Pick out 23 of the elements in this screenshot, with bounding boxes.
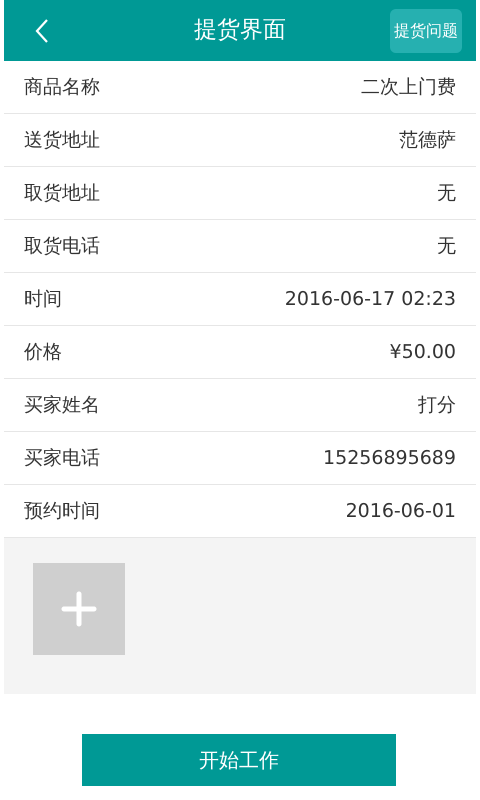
back-icon	[35, 18, 49, 44]
field-value: 无	[437, 234, 456, 259]
field-label: 取货电话	[24, 234, 100, 259]
field-label: 买家姓名	[24, 392, 100, 418]
field-label: 取货地址	[24, 180, 100, 206]
field-value: 2016-06-01	[346, 498, 456, 524]
field-label: 时间	[24, 286, 62, 312]
plus-icon	[61, 591, 97, 627]
field-value: 2016-06-17 02:23	[284, 286, 456, 312]
field-label: 买家电话	[24, 446, 100, 471]
field-value: 无	[437, 180, 456, 206]
field-value: ¥50.00	[390, 340, 456, 365]
field-label: 预约时间	[24, 498, 100, 524]
field-label: 商品名称	[24, 74, 100, 100]
pickup-issue-button[interactable]: 提货问题	[390, 8, 462, 52]
field-value: 范德萨	[399, 128, 456, 153]
field-value: 15256895689	[323, 446, 456, 471]
start-work-button[interactable]: 开始工作	[82, 734, 396, 786]
field-label: 价格	[24, 340, 62, 365]
field-label: 送货地址	[24, 128, 100, 153]
page-title: 提货界面	[194, 16, 286, 46]
field-value: 打分	[418, 392, 456, 418]
field-value: 二次上门费	[361, 74, 456, 100]
